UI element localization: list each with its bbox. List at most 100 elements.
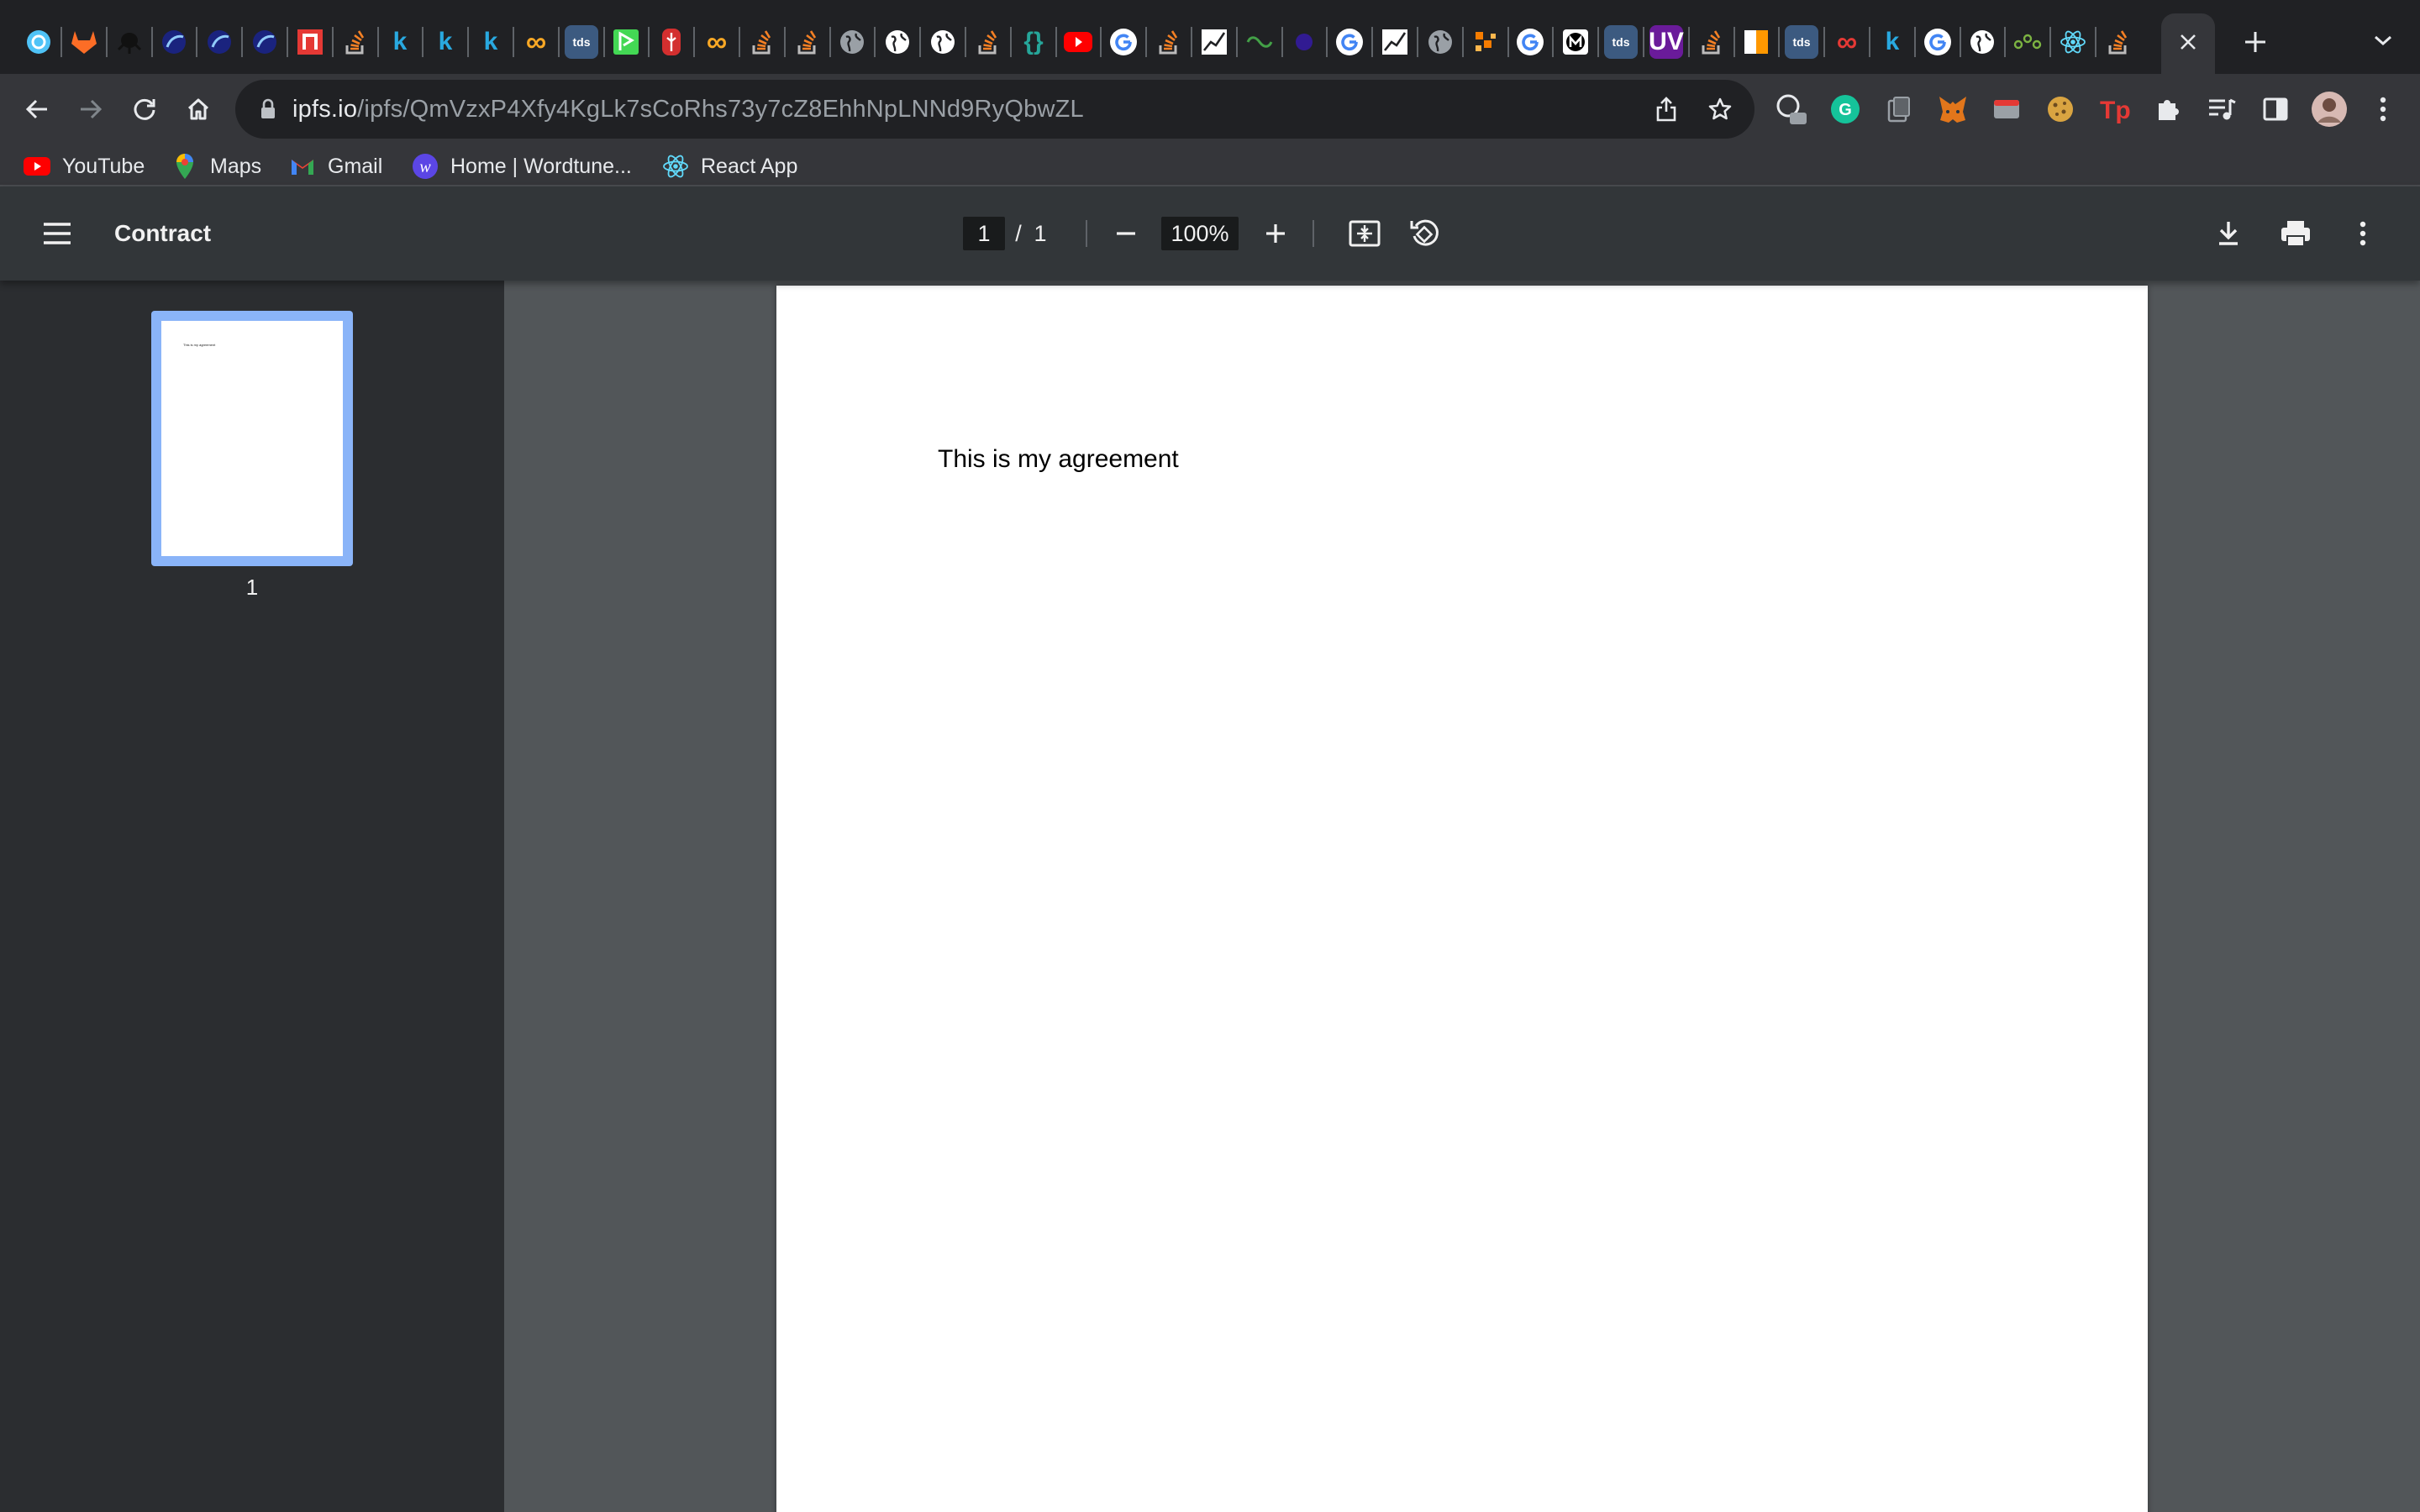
tab-favicon-globe-icon[interactable] [1423,25,1457,59]
tab-favicon-braces-icon[interactable]: {} [1017,25,1050,59]
tab-favicon-green-icon[interactable] [609,25,643,59]
tab-favicon-globe-icon[interactable] [1965,25,1999,59]
side-panel-icon[interactable] [2255,89,2296,129]
tab-favicon-google-icon[interactable] [1513,25,1547,59]
media-controls-icon[interactable] [2202,89,2242,129]
tab-favicon-stackoverflow-icon[interactable] [339,25,372,59]
tab-separator [965,27,966,57]
bookmark-label: Home | Wordtune... [450,154,632,178]
tab-favicon-globe-icon[interactable] [881,25,914,59]
extensions-puzzle-icon[interactable] [2148,89,2188,129]
tab-favicon-gitlab-icon[interactable] [67,25,101,59]
tab-favicon-flag-icon[interactable] [1739,25,1773,59]
tab-favicon-k-icon[interactable]: k [474,25,508,59]
tab-favicon-tds-icon[interactable]: tds [1785,25,1818,59]
zoom-in-button[interactable] [1254,212,1297,255]
share-icon[interactable] [1647,90,1686,129]
tab-favicon-moon-icon[interactable] [203,25,236,59]
more-actions-icon[interactable] [2341,212,2385,255]
tab-favicon-stackoverflow-icon[interactable] [745,25,779,59]
tab-favicon-globe-icon[interactable] [926,25,960,59]
cookie-icon[interactable] [2040,89,2081,129]
bookmark-youtube[interactable]: YouTube [24,146,145,186]
tab-favicon-google-icon[interactable] [1333,25,1366,59]
tab-favicon-k-icon[interactable]: k [383,25,417,59]
zoom-out-button[interactable] [1104,212,1148,255]
tab-favicon-react-icon[interactable] [2056,25,2090,59]
tab-favicon-n-icon[interactable] [293,25,327,59]
tab-favicon-stackoverflow-icon[interactable] [2102,25,2135,59]
tab-favicon-chart-icon[interactable] [1197,25,1231,59]
thumbnail-sidebar: This is my agreement 1 [0,281,504,1512]
bookmark-star-icon[interactable] [1701,90,1739,129]
tab-favicon-tds-icon[interactable]: tds [565,25,598,59]
tab-favicon-infinity-icon[interactable]: ∞ [519,25,553,59]
tab-favicon-tds-icon[interactable]: tds [1604,25,1638,59]
page-number-input[interactable]: 1 [963,217,1005,250]
tab-favicon-stackoverflow-icon[interactable] [791,25,824,59]
tab-favicon-m-icon[interactable] [1559,25,1592,59]
tab-favicon-stackoverflow-icon[interactable] [971,25,1005,59]
tab-favicon-globe-icon[interactable] [835,25,869,59]
back-button[interactable] [15,87,59,131]
tab-favicon-youtube-icon[interactable] [1061,25,1095,59]
tab-favicon-google-icon[interactable] [1107,25,1140,59]
bookmark-gmail[interactable]: Gmail [289,146,382,186]
extension-camera-icon[interactable] [1771,89,1812,129]
tab-separator [1552,27,1554,57]
home-button[interactable] [176,87,220,131]
forward-button[interactable] [69,87,113,131]
tab-favicon-sync-icon[interactable] [22,25,55,59]
tab-separator [467,27,469,57]
tab-favicon-dark-icon[interactable] [1287,25,1321,59]
tab-favicon-link-icon[interactable] [1243,25,1276,59]
zoom-level-input[interactable]: 100% [1161,217,1239,250]
tab-favicon-red-icon[interactable] [655,25,688,59]
extension-clipboard-icon[interactable] [1879,89,1919,129]
pdf-viewer[interactable]: This is my agreement [504,281,2420,1512]
metamask-icon[interactable] [1933,89,1973,129]
print-icon[interactable] [2274,212,2317,255]
tab-favicon-k-icon[interactable]: k [1876,25,1909,59]
rotate-icon[interactable] [1403,212,1447,255]
tab-favicon-k-icon[interactable]: k [429,25,462,59]
lock-icon[interactable] [259,98,281,120]
tab-search-chevron-icon[interactable] [2366,24,2400,57]
download-icon[interactable] [2207,212,2250,255]
bookmarks-bar: YouTube Maps Gmail w Home | Wordtune... … [0,146,2420,186]
url-text[interactable]: ipfs.io/ipfs/QmVzxP4Xfy4KgLk7sCoRhs73y7c… [292,93,1084,125]
reload-button[interactable] [123,87,166,131]
toolbar-divider [1086,220,1087,247]
grammarly-icon[interactable]: G [1825,89,1865,129]
tab-favicon-blocks-icon[interactable] [1469,25,1502,59]
close-tab-icon[interactable] [2171,25,2205,59]
tab-separator [1733,27,1735,57]
tab-favicon-stackoverflow-icon[interactable] [1152,25,1186,59]
sidebar-menu-icon[interactable] [35,212,79,255]
page-thumbnail[interactable]: This is my agreement [151,311,353,566]
profile-avatar[interactable] [2309,89,2349,129]
chrome-menu-icon[interactable] [2363,89,2403,129]
tab-separator [151,27,153,57]
tab-favicon-moon-icon[interactable] [157,25,191,59]
tab-favicon-moon-icon[interactable] [248,25,281,59]
tab-favicon-chart-icon[interactable] [1378,25,1412,59]
bookmark-maps[interactable]: Maps [171,146,261,186]
tab-separator [603,27,605,57]
tab-favicon-stackoverflow-icon[interactable] [1695,25,1728,59]
tab-favicon-infinity-icon[interactable]: ∞ [700,25,734,59]
tab-favicon-google-icon[interactable] [1921,25,1954,59]
tab-favicon-nodes-icon[interactable] [2011,25,2044,59]
tab-favicon-infinity-icon[interactable]: ∞ [1830,25,1864,59]
browser-window: k k k ∞ tds ∞{} tds UV tds ∞ k ipfs.io/ipfs/QmVzxP… [0,0,2420,1512]
new-tab-button[interactable] [2235,22,2275,62]
tab-favicon-uv-icon[interactable]: UV [1649,25,1684,59]
wordtune-icon: w [412,153,439,180]
extension-tp-icon[interactable]: Tp [2094,89,2134,129]
bookmark-wordtune[interactable]: w Home | Wordtune... [412,146,632,186]
bookmark-react-app[interactable]: React App [662,146,797,186]
address-bar[interactable]: ipfs.io/ipfs/QmVzxP4Xfy4KgLk7sCoRhs73y7c… [235,80,1754,139]
extension-window-icon[interactable] [1986,89,2027,129]
fit-to-page-icon[interactable] [1343,212,1386,255]
tab-favicon-octopus-icon[interactable] [113,25,146,59]
